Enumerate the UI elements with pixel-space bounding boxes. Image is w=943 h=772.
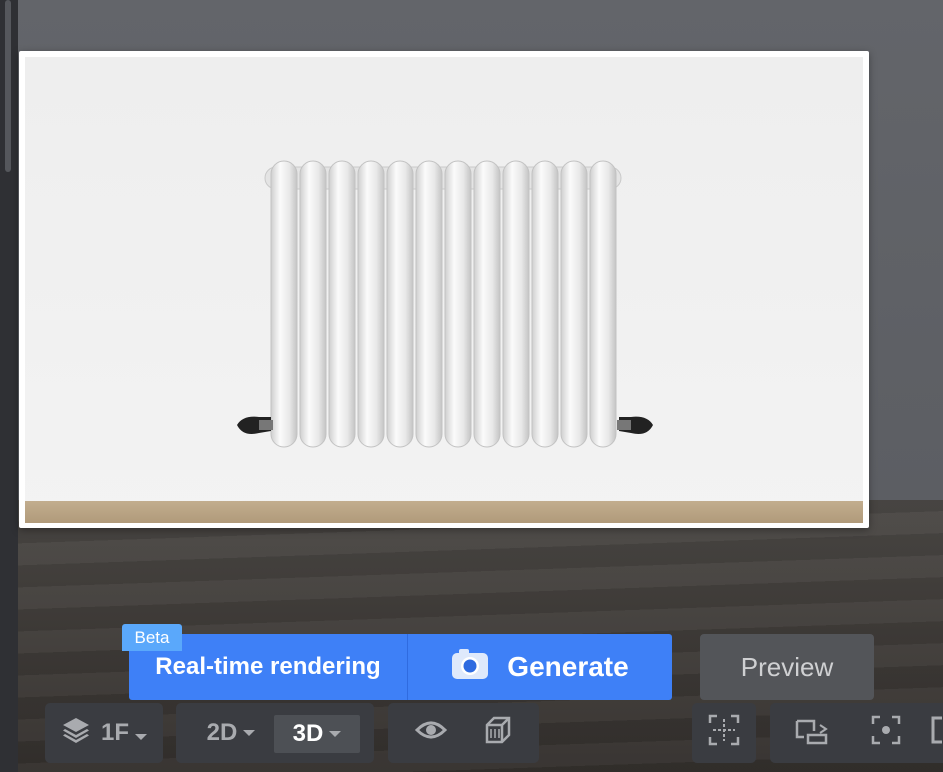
render-preview-image (25, 57, 863, 523)
radiator-tube (473, 160, 501, 448)
screen-rotate-button[interactable] (782, 703, 842, 763)
focus-icon (871, 715, 901, 752)
left-panel-edge (0, 0, 18, 772)
realtime-rendering-label: Real-time rendering (155, 653, 381, 680)
left-scrollbar[interactable] (5, 0, 11, 172)
model-view-button[interactable] (472, 703, 522, 763)
view-2d-button[interactable]: 2D (188, 703, 274, 763)
floor-selector-group: 1F (45, 703, 163, 763)
floor-selector[interactable]: 1F (55, 703, 153, 763)
preview-button[interactable]: Preview (700, 634, 874, 700)
radiator-tube (386, 160, 414, 448)
radiator-tube (270, 160, 298, 448)
render-action-bar: Real-time rendering Generate (129, 634, 672, 700)
eye-icon (414, 719, 448, 748)
layers-icon (61, 715, 91, 752)
generate-label: Generate (507, 651, 629, 682)
panel-icon (930, 715, 943, 752)
visibility-button[interactable] (406, 703, 456, 763)
radiator-tube (531, 160, 559, 448)
display-tools-group (388, 703, 539, 763)
radiator-tube (415, 160, 443, 448)
view-mode-group: 2D 3D (176, 703, 374, 763)
floor-caret-icon (135, 734, 147, 740)
cube-icon (482, 715, 512, 752)
camera-tools-group (770, 703, 943, 763)
view-3d-caret-icon (329, 731, 342, 737)
view-3d-button[interactable]: 3D (274, 715, 360, 753)
radiator-tube (502, 160, 530, 448)
view-2d-label: 2D (206, 719, 238, 746)
render-preview-card (19, 51, 869, 528)
grid-select-icon (707, 713, 741, 754)
radiator-tube (328, 160, 356, 448)
radiator-tube (444, 160, 472, 448)
radiator-tube (299, 160, 327, 448)
screen-rotate-icon (794, 715, 830, 752)
focus-button[interactable] (856, 703, 916, 763)
radiator-tube (560, 160, 588, 448)
camera-icon (451, 648, 489, 687)
radiator-model (237, 160, 653, 448)
radiator-tube (357, 160, 385, 448)
view-3d-label: 3D (292, 720, 324, 747)
generate-button[interactable]: Generate (408, 634, 672, 700)
radiator-tube (589, 160, 617, 448)
grid-select-button[interactable] (692, 703, 756, 763)
beta-badge: Beta (122, 624, 182, 651)
floor-label: 1F (100, 719, 129, 746)
view-2d-caret-icon (243, 730, 256, 736)
selection-tool-group (692, 703, 756, 763)
preview-label: Preview (740, 651, 834, 682)
more-tool-button[interactable] (930, 703, 943, 763)
